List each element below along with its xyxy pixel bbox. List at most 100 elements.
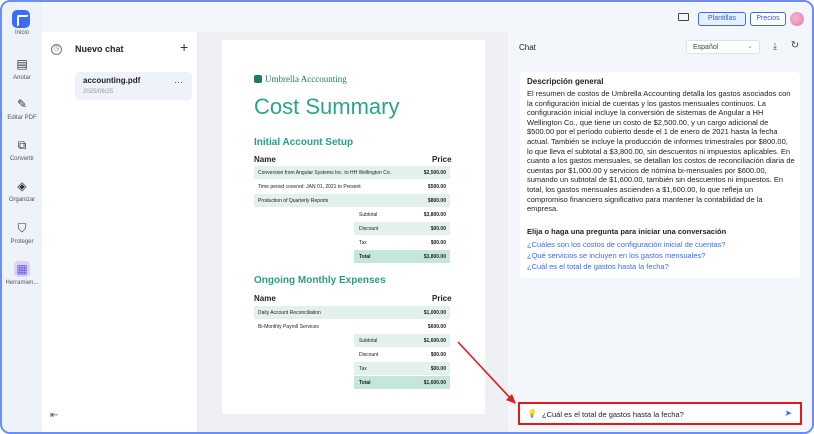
- language-value: Español: [693, 44, 719, 51]
- rail-organizar[interactable]: ◈ Organizar: [2, 178, 42, 203]
- row-price: $2,500.00: [423, 170, 446, 176]
- summary-title: Descripción general: [527, 77, 604, 86]
- section-initial-setup: Initial Account Setup: [254, 137, 354, 148]
- sum-value: $00.00: [430, 366, 446, 372]
- doc-title: Cost Summary: [254, 94, 400, 119]
- screen-icon[interactable]: [678, 13, 689, 21]
- sum-label: Discount: [359, 352, 379, 358]
- section-monthly-expenses: Ongoing Monthly Expenses: [254, 275, 386, 286]
- sum-label: Subtotal: [359, 212, 378, 218]
- tools-icon: ▦: [14, 261, 30, 277]
- name-header: Name: [254, 155, 276, 164]
- rail-anotar[interactable]: ▤ Anotar: [2, 56, 42, 81]
- tax-row: Tax $00.00: [354, 236, 450, 249]
- row-price: $600.00: [427, 324, 446, 330]
- collapse-panel-icon[interactable]: ⇤: [50, 410, 58, 421]
- file-date: 2025/06/25: [83, 89, 114, 95]
- download-icon[interactable]: ⤓: [770, 42, 780, 52]
- table-row: Conversion from Angular Systems Inc. to …: [254, 166, 450, 179]
- add-chat-button[interactable]: +: [180, 39, 188, 55]
- suggestion-link[interactable]: ¿Qué servicios se incluyen en los gastos…: [527, 251, 705, 260]
- suggestion-link[interactable]: ¿Cuál es el total de gastos hasta la fec…: [527, 262, 669, 271]
- precios-button[interactable]: Precios: [750, 12, 786, 26]
- rail-label: Editar PDF: [7, 115, 37, 121]
- brand-text: Umbrella Acccounting: [265, 74, 347, 84]
- edit-icon: ✎: [16, 97, 28, 111]
- subtotal-row: Subtotal $3,800.00: [354, 208, 450, 221]
- row-price: $1,000.00: [423, 310, 446, 316]
- sum-label: Tax: [359, 240, 367, 246]
- sum-label: Tax: [359, 366, 367, 372]
- sum-label: Discount: [359, 226, 379, 232]
- left-rail: Inicio ▤ Anotar ✎ Editar PDF ⧉ Convertir…: [2, 2, 42, 432]
- avatar[interactable]: [790, 12, 804, 26]
- top-bar: Plantillas Precios: [42, 2, 812, 32]
- plantillas-button[interactable]: Plantillas: [698, 12, 746, 26]
- subtotal-row: Subtotal $1,600.00: [354, 334, 450, 347]
- sum-value: $00.00: [430, 352, 446, 358]
- language-select[interactable]: Español ⌄: [686, 40, 760, 54]
- rail-editar[interactable]: ✎ Editar PDF: [2, 96, 42, 121]
- app-logo-icon[interactable]: [12, 10, 30, 28]
- doc-brand: Umbrella Acccounting: [254, 74, 347, 84]
- table-row: Bi-Monthly Payroll Services $600.00: [254, 320, 450, 333]
- price-header: Price: [432, 294, 452, 303]
- rail-label: Anotar: [13, 75, 31, 81]
- sum-value: $00.00: [430, 226, 446, 232]
- table-row: Time period covered: JAN 01, 2021 to Pre…: [254, 180, 450, 193]
- discount-row: Discount $00.00: [354, 348, 450, 361]
- rail-proteger[interactable]: ⛉ Proteger: [2, 220, 42, 245]
- row-desc: Bi-Monthly Payroll Services: [258, 324, 319, 330]
- umbrella-logo-icon: [254, 75, 262, 83]
- more-icon[interactable]: ···: [174, 77, 183, 87]
- chat-title: Chat: [519, 43, 536, 52]
- rail-label: Organizar: [8, 197, 36, 203]
- table-row: Daily Account Reconciliation $1,000.00: [254, 306, 450, 319]
- price-header: Price: [432, 155, 452, 164]
- rail-label: Herramien...: [5, 280, 39, 286]
- chat-panel: Chat Español ⌄ ⤓ ↻ Descripción general E…: [508, 32, 812, 432]
- organize-icon: ◈: [17, 179, 27, 193]
- sum-label: Subtotal: [359, 338, 378, 344]
- tax-row: Tax $00.00: [354, 362, 450, 375]
- document-viewer: Umbrella Acccounting Cost Summary Initia…: [198, 32, 508, 432]
- total-row: Total $1,600.00: [354, 376, 450, 389]
- chat-input[interactable]: 💡 ¿Cuál es el total de gastos hasta la f…: [518, 402, 802, 425]
- chat-list-panel: ◷ Nuevo chat + accounting.pdf 2025/06/25…: [42, 32, 198, 432]
- discount-row: Discount $00.00: [354, 222, 450, 235]
- file-name: accounting.pdf: [83, 76, 141, 85]
- new-chat-title: Nuevo chat: [75, 44, 124, 54]
- rail-herramientas[interactable]: ▦ Herramien...: [2, 261, 42, 286]
- rail-inicio[interactable]: Inicio: [2, 30, 42, 36]
- prompt-title: Elija o haga una pregunta para iniciar u…: [527, 227, 727, 236]
- summary-card: Descripción general El resumen de costos…: [520, 72, 800, 278]
- name-header: Name: [254, 294, 276, 303]
- chevron-down-icon: ⌄: [747, 43, 753, 50]
- rail-label: Convertir: [9, 156, 35, 162]
- sum-value: $3,800.00: [423, 212, 446, 218]
- sum-label: Total: [359, 380, 371, 386]
- lightbulb-icon[interactable]: 💡: [527, 409, 537, 418]
- total-row: Total $3,800.00: [354, 250, 450, 263]
- send-icon[interactable]: ➤: [784, 408, 792, 419]
- history-icon[interactable]: ◷: [51, 44, 62, 55]
- convert-icon: ⧉: [17, 138, 27, 152]
- rail-convertir[interactable]: ⧉ Convertir: [2, 137, 42, 162]
- app-window: Inicio ▤ Anotar ✎ Editar PDF ⧉ Convertir…: [0, 0, 814, 434]
- rail-label: Inicio: [14, 30, 29, 36]
- rail-label: Proteger: [10, 239, 34, 245]
- file-card[interactable]: accounting.pdf 2025/06/25 ···: [75, 72, 192, 100]
- row-desc: Time period covered: JAN 01, 2021 to Pre…: [258, 184, 361, 190]
- sum-value: $3,800.00: [423, 254, 446, 260]
- shield-icon: ⛉: [17, 221, 27, 235]
- summary-body: El resumen de costos de Umbrella Account…: [527, 89, 795, 214]
- pdf-page: Umbrella Acccounting Cost Summary Initia…: [222, 40, 485, 414]
- suggestion-link[interactable]: ¿Cuáles son los costos de configuración …: [527, 240, 725, 249]
- refresh-icon[interactable]: ↻: [790, 41, 800, 51]
- sum-value: $00.00: [430, 240, 446, 246]
- row-price: $500.00: [427, 184, 446, 190]
- sum-value: $1,600.00: [423, 338, 446, 344]
- row-desc: Conversion from Angular Systems Inc. to …: [258, 170, 392, 176]
- row-desc: Production of Quarterly Reports: [258, 198, 329, 204]
- row-desc: Daily Account Reconciliation: [258, 310, 321, 316]
